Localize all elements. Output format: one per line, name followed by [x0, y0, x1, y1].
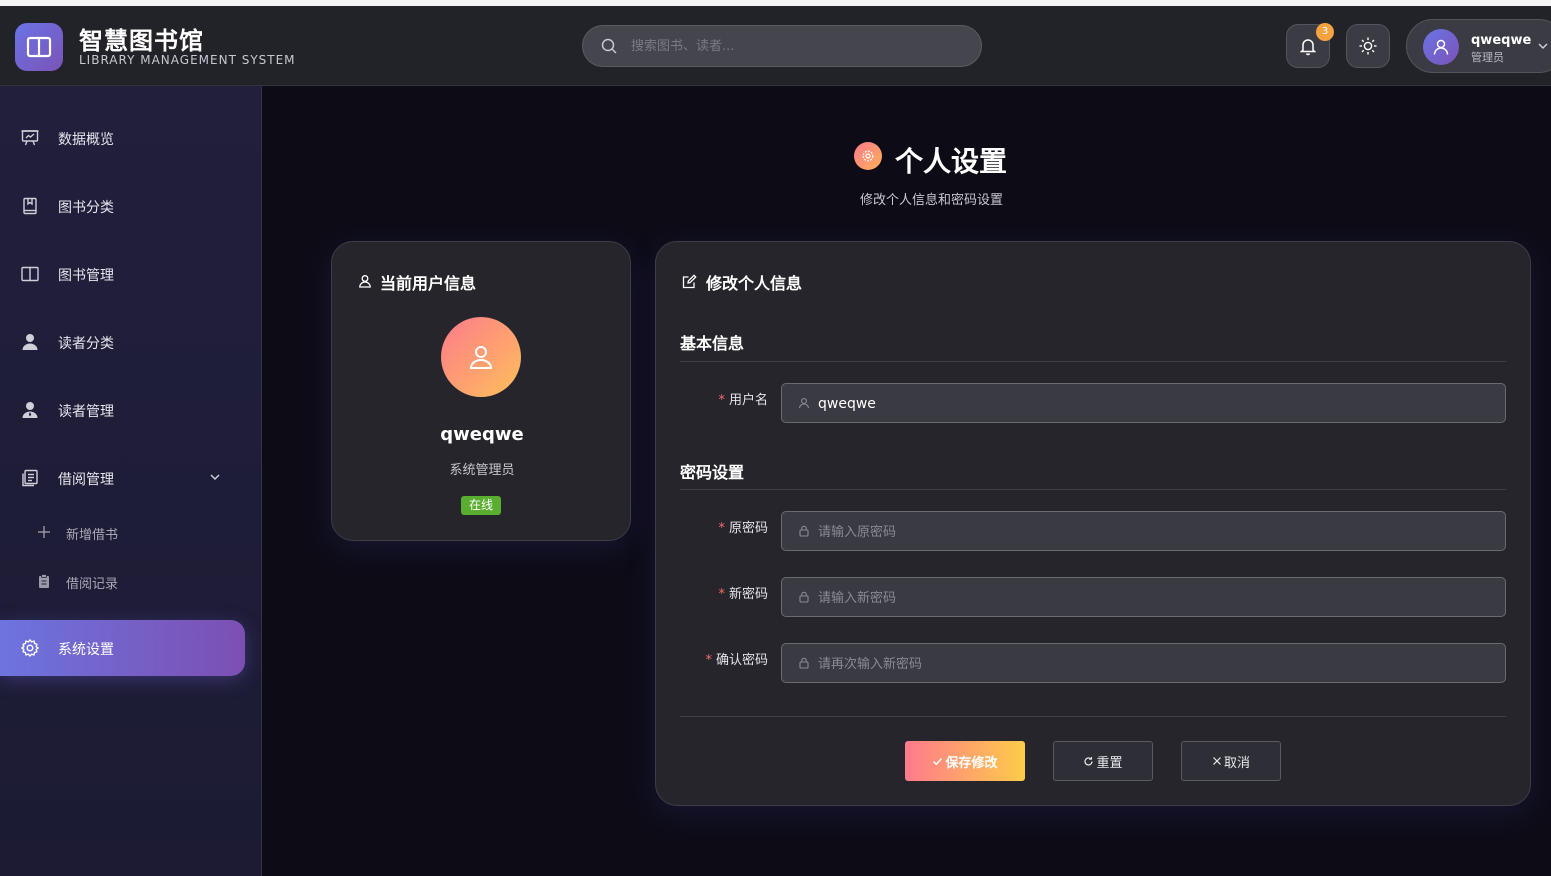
sidebar-item-dashboard[interactable]: 数据概览 [0, 110, 262, 166]
app-subtitle: LIBRARY MANAGEMENT SYSTEM [79, 53, 296, 67]
user-icon [798, 398, 810, 409]
old-password-input[interactable] [818, 522, 1478, 542]
search-icon [601, 38, 617, 54]
user-name: qweqwe [1471, 33, 1532, 48]
username-field[interactable] [781, 383, 1506, 423]
confirm-password-input[interactable] [818, 654, 1478, 674]
check-icon [933, 757, 943, 765]
username-label: * 用户名 [718, 393, 768, 408]
page-title: 个人设置 [895, 145, 1008, 178]
new-password-field[interactable] [781, 577, 1506, 617]
sidebar-item-label: 系统设置 [58, 642, 114, 658]
confirm-password-field[interactable] [781, 643, 1506, 683]
sidebar-subitem-label: 借阅记录 [66, 577, 119, 592]
save-button-label: 保存修改 [945, 755, 998, 771]
refresh-icon [1084, 756, 1094, 766]
sidebar-subitem-borrow-records[interactable]: 借阅记录 [0, 558, 262, 604]
old-password-label: * 原密码 [718, 521, 768, 536]
edit-profile-heading: 修改个人信息 [706, 274, 803, 293]
sidebar-item-label: 图书分类 [58, 200, 114, 216]
lock-icon [799, 525, 809, 537]
user-manage-icon [22, 402, 38, 418]
app-title: 智慧图书馆 [79, 27, 204, 55]
user-icon [1433, 39, 1449, 55]
open-book-icon [26, 36, 52, 58]
sidebar-item-label: 借阅管理 [58, 472, 114, 488]
sidebar-subitem-new-borrow[interactable]: 新增借书 [0, 509, 262, 555]
avatar [1423, 29, 1459, 65]
password-section-title: 密码设置 [680, 463, 745, 482]
current-user-role: 系统管理员 [449, 463, 515, 478]
sidebar-item-book-category[interactable]: 图书分类 [0, 178, 262, 234]
username-input[interactable] [818, 394, 1478, 414]
avatar [441, 317, 521, 397]
gear-icon [20, 638, 40, 658]
sidebar-item-label: 数据概览 [58, 132, 114, 148]
close-icon [1213, 757, 1221, 765]
clipboard-icon [39, 574, 49, 588]
chevron-down-icon [1538, 43, 1548, 49]
search-box[interactable] [582, 25, 982, 67]
theme-toggle-button[interactable] [1346, 24, 1390, 68]
app-logo[interactable] [15, 23, 63, 71]
monitor-icon [21, 130, 39, 146]
divider [680, 489, 1506, 490]
reset-button[interactable]: 重置 [1053, 741, 1153, 781]
current-user-card: 当前用户信息 qweqwe 系统管理员 在线 [331, 241, 631, 541]
sidebar-item-label: 读者管理 [58, 404, 114, 420]
user-icon [469, 346, 493, 369]
plus-icon [38, 526, 50, 538]
sidebar-item-reader-management[interactable]: 读者管理 [0, 382, 262, 438]
sidebar-subitem-label: 新增借书 [66, 528, 119, 543]
lock-icon [799, 657, 809, 669]
reset-button-label: 重置 [1096, 755, 1123, 771]
user-icon [359, 275, 371, 288]
document-icon [22, 469, 38, 487]
sidebar-item-label: 读者分类 [58, 336, 114, 352]
app-header: 智慧图书馆 LIBRARY MANAGEMENT SYSTEM 3 qweqwe [0, 6, 1551, 86]
divider [680, 716, 1506, 717]
gear-icon [862, 150, 874, 162]
page-subtitle: 修改个人信息和密码设置 [859, 193, 1003, 208]
status-badge: 在线 [461, 496, 501, 515]
new-password-input[interactable] [818, 588, 1478, 608]
cancel-button[interactable]: 取消 [1181, 741, 1281, 781]
sidebar-item-label: 图书管理 [58, 268, 114, 284]
current-user-name: qweqwe [440, 424, 524, 445]
sidebar-item-borrow-management[interactable]: 借阅管理 [0, 450, 262, 506]
main-content: 个人设置 修改个人信息和密码设置 当前用户信息 qweqwe 系统管理员 在线 … [262, 86, 1551, 876]
save-button[interactable]: 保存修改 [905, 741, 1025, 781]
divider [680, 361, 1506, 362]
sidebar-item-book-management[interactable]: 图书管理 [0, 246, 262, 302]
user-menu[interactable]: qweqwe 管理员 [1406, 19, 1551, 73]
basic-info-section-title: 基本信息 [680, 334, 745, 353]
book-icon [23, 197, 37, 215]
edit-profile-card: 修改个人信息 基本信息 *用户名 密码设置 *原密码 *新密码 *确认密码 [655, 241, 1531, 806]
sidebar-item-system-settings[interactable]: 系统设置 [0, 620, 245, 676]
confirm-password-label: * 确认密码 [705, 653, 768, 668]
sidebar: 数据概览 图书分类 图书管理 读者分类 读者管理 借阅管理 新增借书 借阅记录 … [0, 86, 262, 876]
user-role: 管理员 [1471, 51, 1504, 64]
open-book-icon [21, 266, 39, 282]
current-user-heading: 当前用户信息 [380, 274, 477, 293]
new-password-label: * 新密码 [718, 587, 768, 602]
user-icon [22, 334, 38, 350]
chevron-down-icon[interactable] [208, 470, 222, 484]
sidebar-item-reader-category[interactable]: 读者分类 [0, 314, 262, 370]
edit-icon [682, 274, 697, 289]
notification-badge: 3 [1316, 23, 1334, 41]
lock-icon [799, 591, 809, 603]
cancel-button-label: 取消 [1223, 755, 1250, 771]
bell-icon [1299, 39, 1317, 56]
old-password-field[interactable] [781, 511, 1506, 551]
search-input[interactable] [631, 36, 961, 56]
sun-icon [1359, 37, 1377, 55]
page-title-icon [854, 142, 882, 170]
